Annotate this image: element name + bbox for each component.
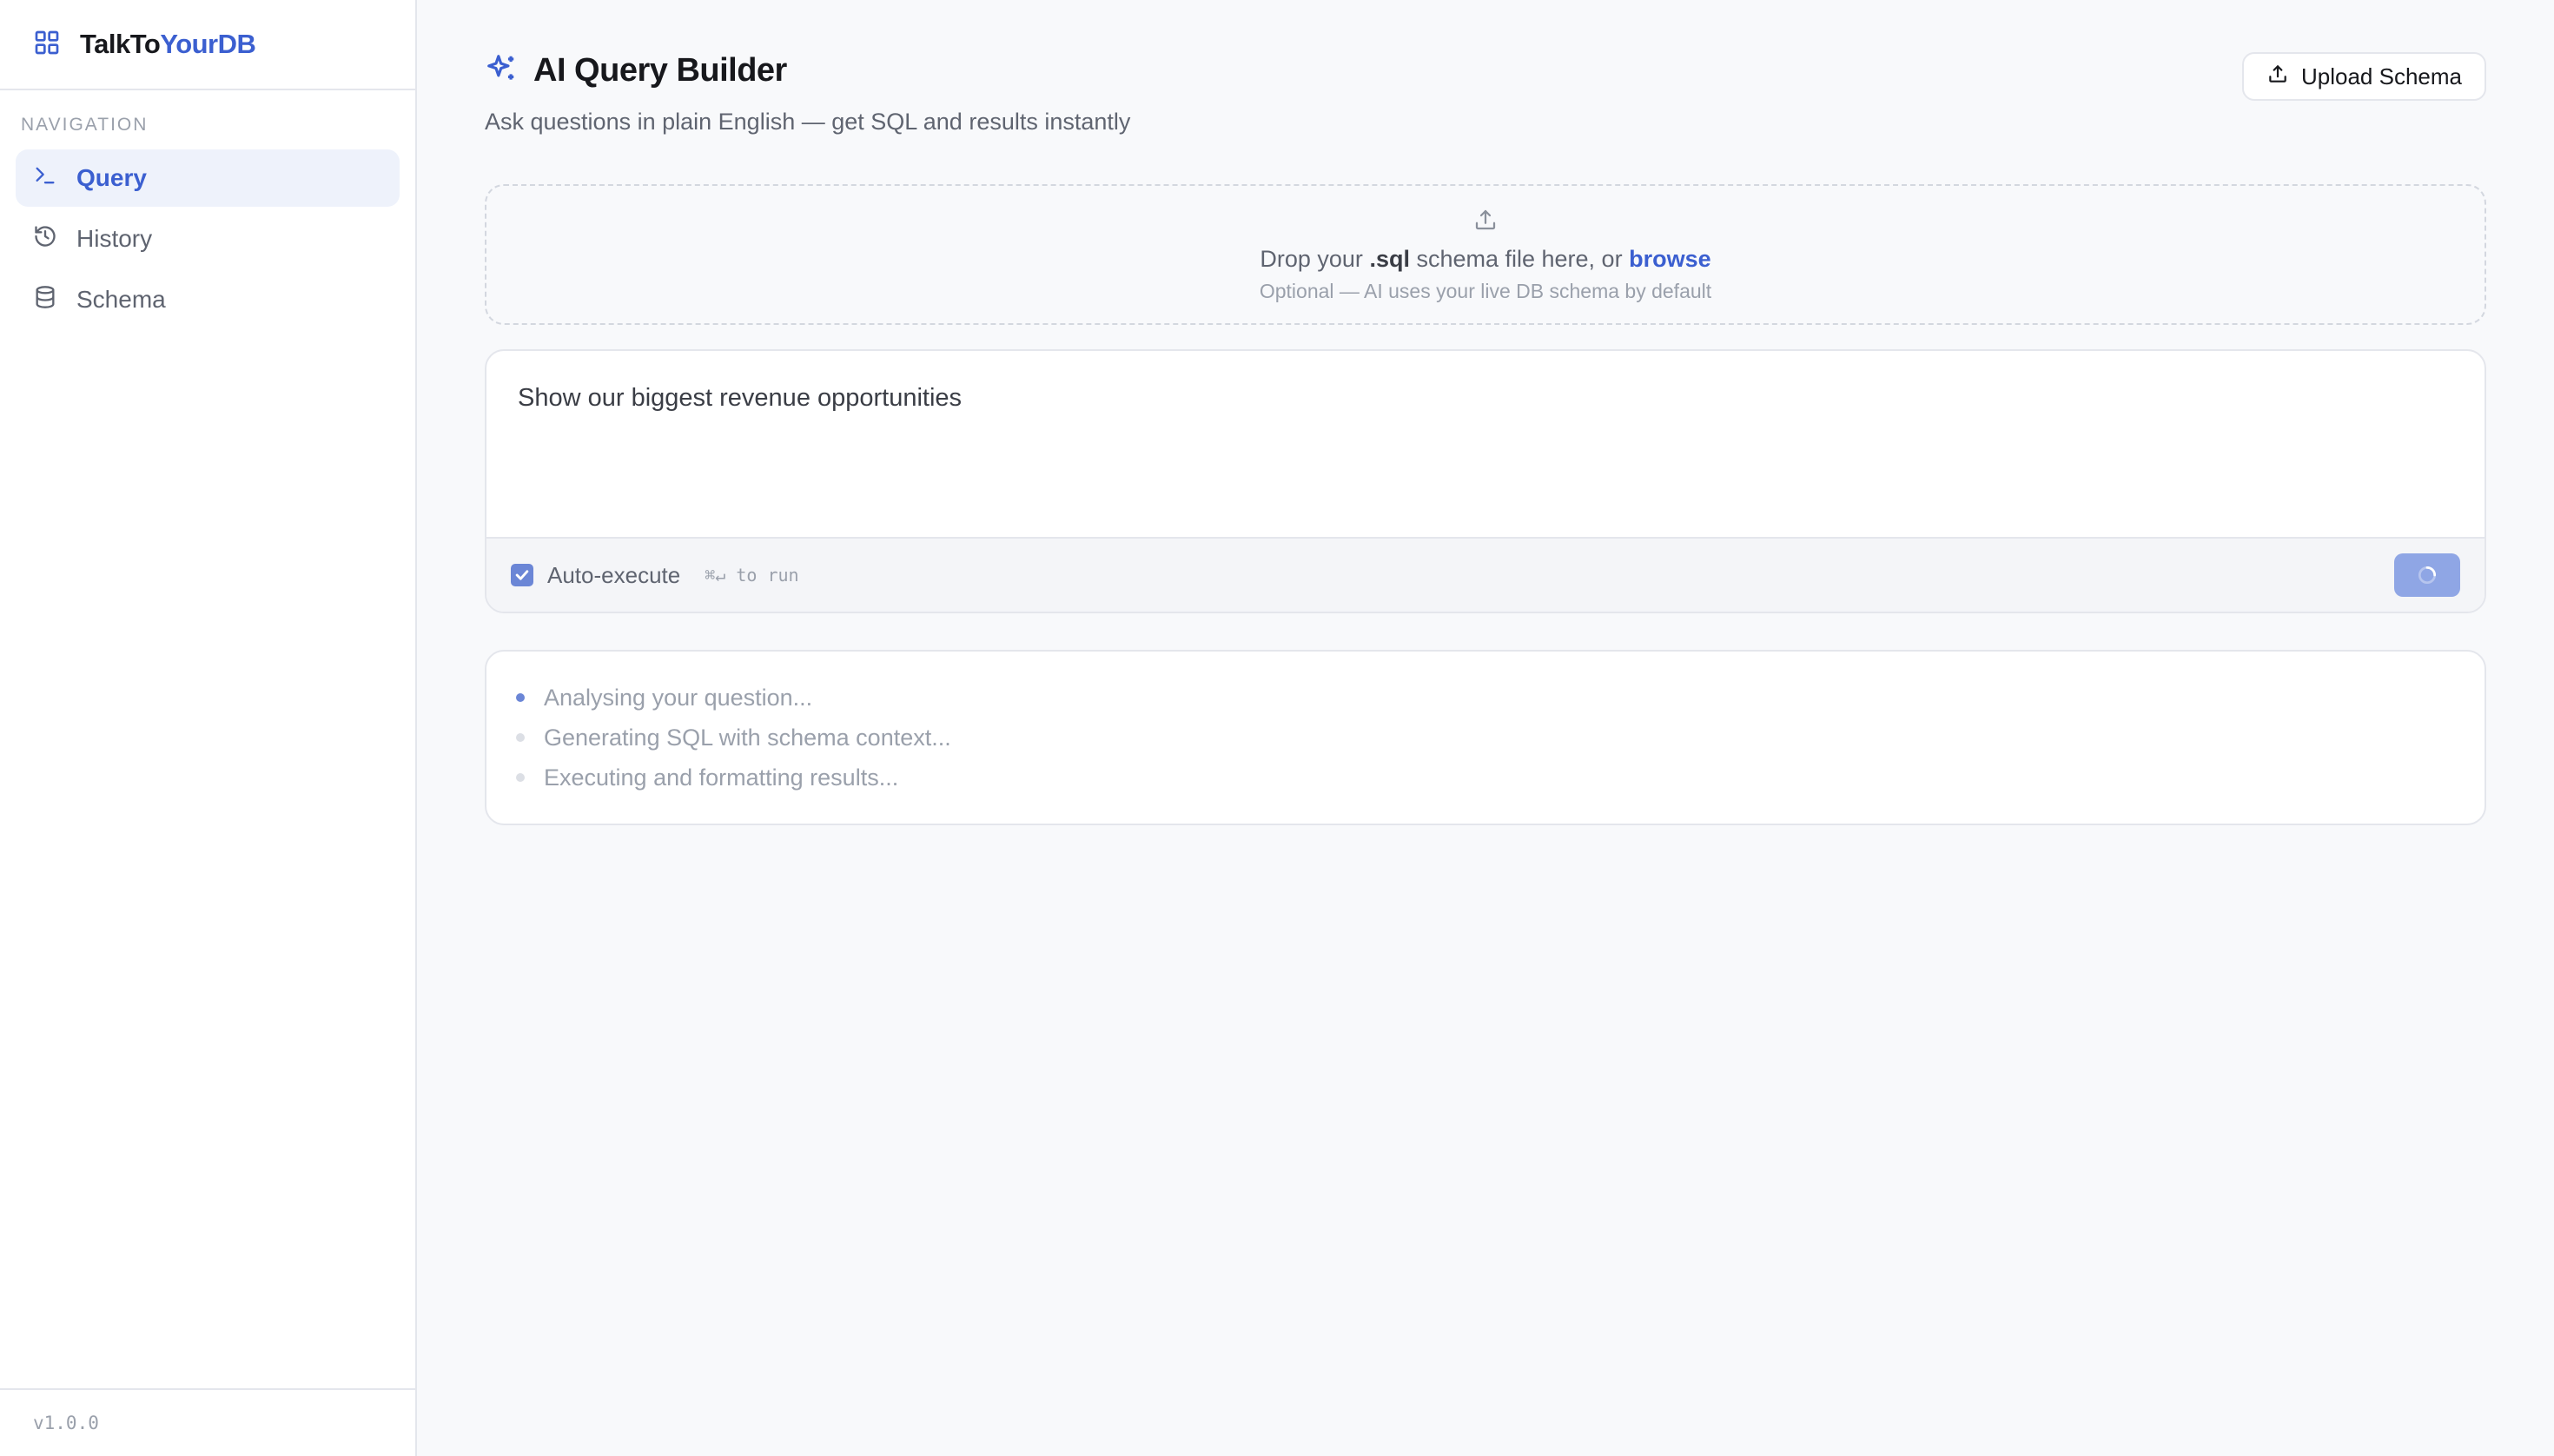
progress-step: Executing and formatting results... [516,758,2455,797]
terminal-icon [33,163,57,194]
title-row: AI Query Builder [485,52,1130,89]
sidebar-item-query[interactable]: Query [16,149,400,207]
sidebar-nav: Query History Schema [0,149,415,328]
header-text: AI Query Builder Ask questions in plain … [485,52,1130,136]
dropzone-text-before: Drop your [1260,245,1370,272]
progress-step: Generating SQL with schema context... [516,718,2455,758]
sidebar: TalkToYourDB NAVIGATION Query History Sc… [0,0,417,1456]
query-card: Show our biggest revenue opportunities A… [485,349,2486,613]
progress-card: Analysing your question... Generating SQ… [485,650,2486,825]
database-icon [33,285,57,315]
app-name: TalkToYourDB [80,29,256,60]
upload-icon [1472,207,1499,237]
history-icon [33,224,57,255]
sidebar-item-label: Schema [76,286,166,313]
check-icon [515,570,529,580]
upload-icon [2266,63,2289,91]
step-label: Generating SQL with schema context... [544,724,951,751]
dropzone-hint: Optional — AI uses your live DB schema b… [1259,279,1712,302]
nav-section-label: NAVIGATION [21,115,149,135]
grid-icon [33,29,61,61]
schema-dropzone[interactable]: Drop your .sql schema file here, or brow… [485,184,2486,325]
dropzone-text: Drop your .sql schema file here, or brow… [1260,246,1710,273]
dropzone-text-after: schema file here, or [1409,245,1630,272]
step-label: Executing and formatting results... [544,764,899,791]
sparkles-icon [485,52,518,89]
version-label: v1.0.0 [0,1388,415,1456]
auto-execute-label[interactable]: Auto-execute [547,562,680,589]
step-dot [516,693,525,702]
upload-schema-button[interactable]: Upload Schema [2242,52,2486,101]
step-label: Analysing your question... [544,684,813,711]
run-query-button[interactable] [2394,553,2460,597]
page-title: AI Query Builder [533,52,787,89]
loading-spinner-icon [2418,566,2437,585]
browse-link[interactable]: browse [1629,246,1711,272]
sidebar-item-label: Query [76,164,147,191]
page-subtitle: Ask questions in plain English — get SQL… [485,109,1131,135]
main-content: AI Query Builder Ask questions in plain … [417,0,2554,1456]
run-shortcut-hint: ⌘↵ to run [705,565,799,586]
step-dot [516,773,525,782]
sidebar-item-schema[interactable]: Schema [16,271,400,328]
sidebar-item-history[interactable]: History [16,210,400,268]
upload-schema-label: Upload Schema [2301,63,2462,89]
query-footer: Auto-execute ⌘↵ to run [486,537,2485,612]
auto-execute-checkbox[interactable] [511,564,533,586]
step-dot [516,733,525,742]
app-name-prefix: TalkTo [80,29,161,59]
sidebar-item-label: History [76,225,153,252]
query-input[interactable]: Show our biggest revenue opportunities [486,351,2485,537]
brand[interactable]: TalkToYourDB [0,0,415,90]
page-header: AI Query Builder Ask questions in plain … [485,52,2486,136]
progress-step: Analysing your question... [516,678,2455,718]
dropzone-file-ext: .sql [1369,245,1410,272]
app-name-highlight: YourDB [160,29,256,59]
